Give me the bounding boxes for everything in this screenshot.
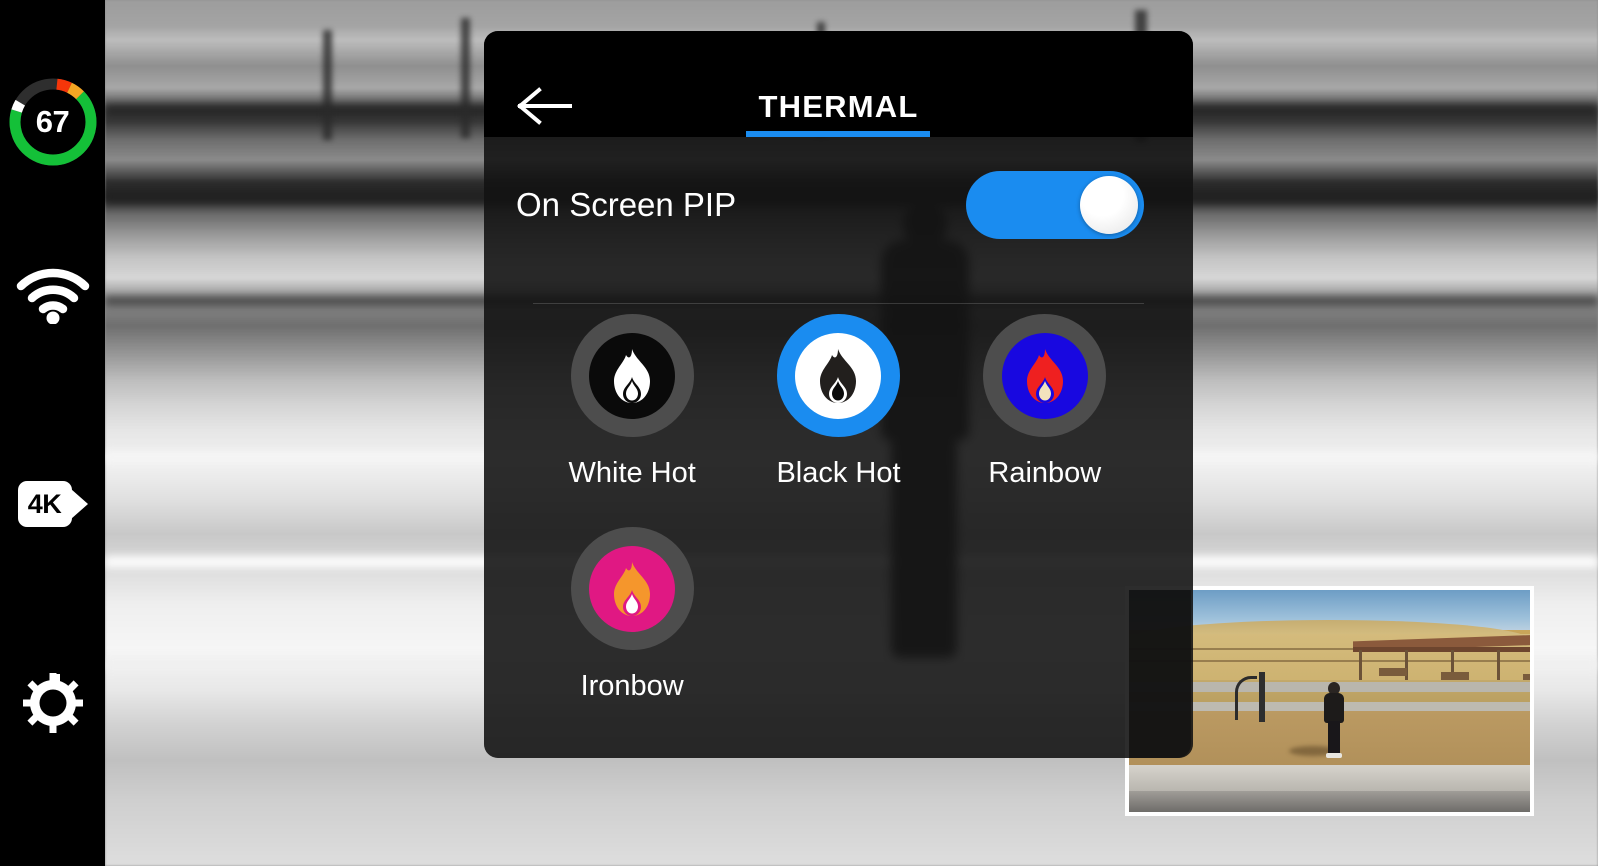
gear-icon xyxy=(22,673,83,733)
mode-inner-circle xyxy=(589,545,676,632)
mode-inner-circle xyxy=(589,332,676,419)
pip-concrete-wall xyxy=(1129,765,1530,791)
thermal-mode-ironbow[interactable]: Ironbow xyxy=(529,527,735,703)
mode-ring xyxy=(983,314,1107,437)
pip-bench xyxy=(1441,672,1469,680)
pip-road xyxy=(1129,791,1530,812)
toggle-knob xyxy=(1080,175,1138,234)
wifi-icon xyxy=(16,268,89,324)
mode-ring xyxy=(570,527,694,650)
pip-post xyxy=(1259,672,1265,722)
pip-shelter-column xyxy=(1405,650,1408,682)
mode-inner-circle xyxy=(1001,332,1088,419)
pip-post-arch xyxy=(1235,676,1257,720)
page-title: THERMAL xyxy=(758,89,919,124)
thermal-mode-black-hot[interactable]: Black Hot xyxy=(735,314,941,490)
section-divider xyxy=(533,303,1144,304)
flame-icon xyxy=(820,348,857,403)
sidebar: 67 4K xyxy=(0,0,105,866)
pip-shelter-column xyxy=(1359,650,1362,682)
sidebar-item-settings[interactable] xyxy=(0,672,105,742)
flame-icon xyxy=(614,348,651,403)
4k-label: 4K xyxy=(17,481,72,527)
on-screen-pip-toggle[interactable] xyxy=(966,170,1144,239)
mode-inner-circle xyxy=(795,332,882,419)
pip-shelter-fascia xyxy=(1353,647,1530,652)
flame-icon xyxy=(614,561,651,616)
sidebar-item-4k-video[interactable]: 4K xyxy=(0,478,105,530)
mode-label: Black Hot xyxy=(776,457,901,489)
4k-video-icon: 4K xyxy=(17,478,88,530)
pip-shelter-column xyxy=(1497,650,1500,682)
thermal-feed-post xyxy=(323,30,332,140)
thermal-palette-grid: White Hot Black Hot Rainbow Ironbow xyxy=(529,314,1148,703)
mode-ring xyxy=(570,314,694,437)
thermal-feed-post xyxy=(461,18,470,138)
mode-ring xyxy=(776,314,900,437)
on-screen-pip-label: On Screen PIP xyxy=(516,185,737,223)
mode-label: White Hot xyxy=(568,457,696,489)
thermal-settings-screen: 67 4K THERMAL On Screen PIP White Hot Bl… xyxy=(0,0,1598,866)
on-screen-pip-row: On Screen PIP xyxy=(484,137,1193,272)
panel-header: THERMAL xyxy=(484,31,1193,137)
flame-icon xyxy=(1026,348,1063,403)
thermal-mode-rainbow[interactable]: Rainbow xyxy=(942,314,1148,490)
thermal-settings-panel: THERMAL On Screen PIP White Hot Black Ho… xyxy=(484,31,1193,758)
mode-label: Ironbow xyxy=(580,670,684,702)
battery-percent-value: 67 xyxy=(35,104,70,139)
mode-label: Rainbow xyxy=(988,457,1102,489)
pip-bench xyxy=(1379,668,1407,676)
sidebar-item-wifi[interactable] xyxy=(0,268,105,340)
thermal-mode-white-hot[interactable]: White Hot xyxy=(529,314,735,490)
battery-indicator[interactable]: 67 xyxy=(0,73,105,175)
camera-lens-shape xyxy=(70,489,88,519)
battery-gauge: 67 xyxy=(4,73,102,171)
pip-person xyxy=(1323,682,1345,760)
